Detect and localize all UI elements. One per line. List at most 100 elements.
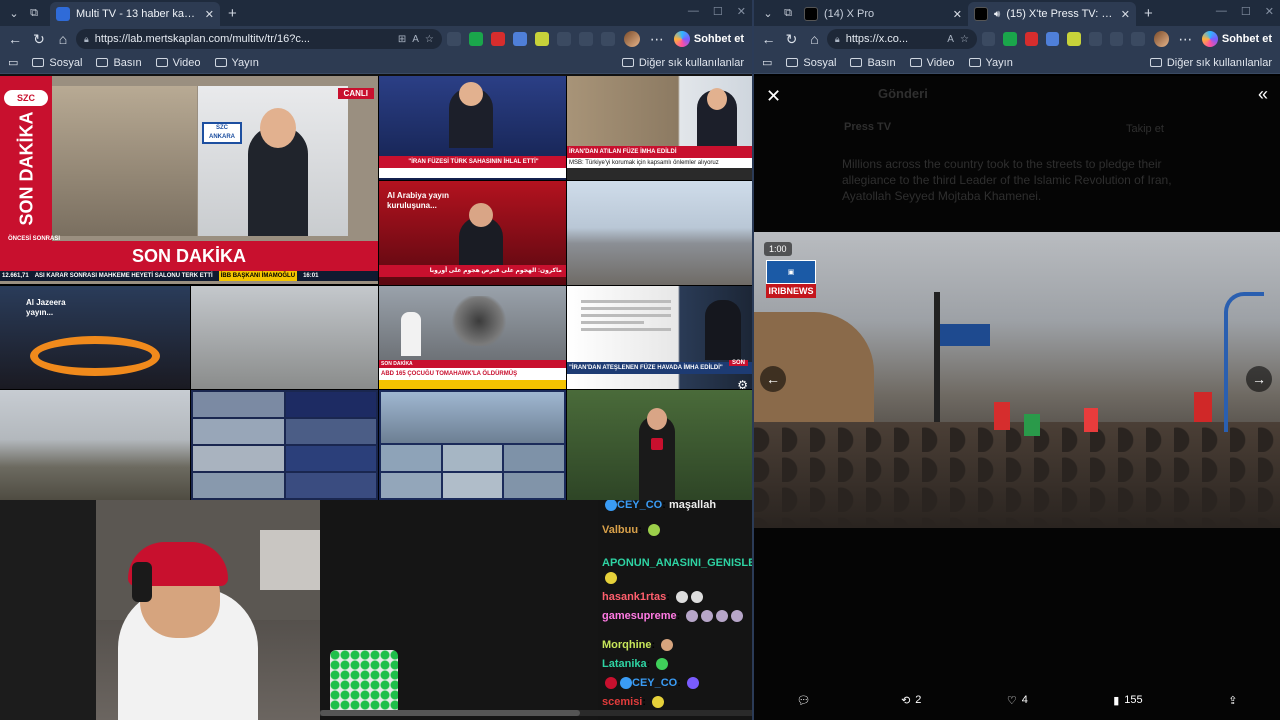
extension-red-icon[interactable]	[490, 32, 505, 46]
tab-press-tv-post[interactable]: 🔊︎ (15) X'te Press TV: "Millions ✕	[968, 2, 1136, 26]
back-icon[interactable]: ←	[4, 28, 26, 50]
bookmark-folder[interactable]: Yayın	[968, 57, 1013, 69]
extensions-puzzle-icon[interactable]	[1088, 32, 1102, 46]
minimize-icon[interactable]: —	[1216, 5, 1227, 18]
tv-cell-webcams[interactable]	[379, 390, 566, 500]
workspaces-icon[interactable]: ⧉	[778, 3, 798, 23]
copilot-button[interactable]: Sohbet et	[670, 31, 748, 47]
address-bar[interactable]: 🔒︎ https://x.co... A ☆	[826, 29, 977, 49]
szc-side-text: SON DAKİKA	[16, 111, 37, 226]
bookmark-folder[interactable]: Sosyal	[786, 57, 836, 69]
tv-cell-camera-mosaic[interactable]	[191, 390, 378, 500]
views-button[interactable]: ▮ 155	[1113, 694, 1142, 707]
maximize-icon[interactable]: ☐	[1241, 5, 1251, 18]
new-tab-icon[interactable]: +	[220, 5, 245, 22]
extension-yellow-icon[interactable]	[1067, 32, 1081, 46]
extension-yellow-icon[interactable]	[534, 32, 549, 46]
share-button[interactable]: ⇪	[1228, 694, 1237, 707]
favorite-star-icon[interactable]: ☆	[960, 34, 969, 45]
split-screen-icon[interactable]	[578, 32, 593, 46]
maximize-icon[interactable]: ☐	[713, 5, 723, 18]
chat-username: gamesupreme	[602, 610, 677, 622]
tv-cell-hill-city[interactable]	[0, 390, 190, 500]
tv-cell-szc[interactable]: SZC SON DAKİKA SZC ANKARA CANLI SON DAKİ…	[0, 76, 378, 284]
reading-list-icon[interactable]: ▭	[762, 56, 772, 69]
app-available-icon[interactable]: ⊞	[398, 34, 406, 45]
favorites-icon[interactable]	[600, 32, 615, 46]
tab-actions-icon[interactable]: ⌄	[758, 3, 778, 23]
follow-button[interactable]: Takip et	[1126, 121, 1164, 137]
other-favorites-folder[interactable]: Diğer sık kullanılanlar	[621, 57, 744, 69]
extension-red-icon[interactable]	[1024, 32, 1038, 46]
previous-media-icon[interactable]: ←	[760, 366, 786, 392]
new-tab-icon[interactable]: +	[1136, 5, 1161, 22]
bookmark-folder[interactable]: Basın	[850, 57, 896, 69]
minimize-icon[interactable]: —	[688, 5, 699, 18]
tv-cell-missile-intercept[interactable]: "İRAN'DAN ATEŞLENEN FÜZE HAVADA İMHA EDİ…	[567, 286, 752, 389]
refresh-icon[interactable]: ↻	[28, 28, 50, 50]
tv-cell-aljazeera[interactable]: Al Jazeera yayın...	[0, 286, 190, 389]
more-menu-icon[interactable]: ⋯	[646, 28, 668, 50]
like-button[interactable]: ♡ 4	[1007, 694, 1028, 707]
next-media-icon[interactable]: →	[1246, 366, 1272, 392]
collapse-panel-icon[interactable]: «	[1258, 84, 1268, 105]
bookmark-folder[interactable]: Video	[909, 57, 955, 69]
profile-avatar[interactable]	[1153, 31, 1169, 47]
home-icon[interactable]: ⌂	[52, 28, 74, 50]
close-window-icon[interactable]: ✕	[737, 5, 746, 18]
bookmark-folder[interactable]: Video	[155, 57, 201, 69]
extensions-puzzle-icon[interactable]	[556, 32, 571, 46]
extension-green-icon[interactable]	[1003, 32, 1017, 46]
extension-icon[interactable]	[981, 32, 996, 46]
settings-gear-icon[interactable]: ⚙	[737, 378, 748, 389]
close-window-icon[interactable]: ✕	[1265, 5, 1274, 18]
close-tab-icon[interactable]: ✕	[953, 8, 962, 21]
home-icon[interactable]: ⌂	[804, 28, 825, 50]
refresh-icon[interactable]: ↻	[781, 28, 802, 50]
reply-button[interactable]: 💬︎	[797, 694, 816, 707]
tab-actions-icon[interactable]: ⌄	[4, 3, 24, 23]
tv-cell-strike-footage[interactable]: SON DAKİKA ABD 165 ÇOCUĞU TOMAHAWK'LA ÖL…	[379, 286, 566, 389]
bookmark-folder[interactable]: Sosyal	[32, 57, 82, 69]
scrollbar-thumb[interactable]	[320, 710, 580, 716]
tv-subcaption: MSB: Türkiye'yi korumak için kapsamlı ön…	[567, 158, 752, 168]
other-favorites-folder[interactable]: Diğer sık kullanılanlar	[1149, 57, 1272, 69]
tab-x-pro[interactable]: (14) X Pro ✕	[798, 2, 968, 26]
copilot-button[interactable]: Sohbet et	[1198, 31, 1276, 47]
extension-green-icon[interactable]	[468, 32, 483, 46]
split-screen-icon[interactable]	[1109, 32, 1124, 46]
address-bar[interactable]: 🔒︎ https://lab.mertskaplan.com/multitv/t…	[76, 29, 442, 49]
tv-cell-field-reporter[interactable]	[567, 390, 752, 500]
favorites-icon[interactable]	[1131, 32, 1145, 46]
close-tab-icon[interactable]: ✕	[205, 8, 214, 21]
tab-multi-tv[interactable]: Multi TV - 13 haber kanalını aynı anda i…	[50, 2, 220, 26]
horizontal-scrollbar[interactable]	[320, 710, 752, 716]
repost-button[interactable]: ⟲ 2	[901, 694, 921, 707]
views-chart-icon: ▮	[1113, 694, 1120, 707]
close-icon[interactable]: ✕	[766, 86, 781, 107]
video-player[interactable]: 1:00 ▣ IRIBNEWS ← →	[754, 232, 1280, 528]
reading-list-icon[interactable]: ▭	[8, 56, 18, 69]
favorite-star-icon[interactable]: ☆	[425, 34, 434, 45]
tv-cell-foggy-city[interactable]	[191, 286, 378, 389]
tv-cell-city-skyline[interactable]	[567, 181, 752, 285]
translate-icon[interactable]	[512, 32, 527, 46]
profile-avatar[interactable]	[623, 31, 640, 47]
tv-cell-missile-news[interactable]: İRAN'DAN ATILAN FÜZE İMHA EDİLDİ MSB: Tü…	[567, 76, 752, 180]
extension-icon[interactable]	[446, 32, 461, 46]
back-icon[interactable]: ←	[758, 28, 779, 50]
close-tab-icon[interactable]: ✕	[1121, 8, 1130, 21]
bookmark-folder[interactable]: Basın	[96, 57, 142, 69]
reply-icon: 💬︎	[796, 694, 811, 707]
chat-username: CEY_CO	[632, 677, 678, 689]
read-aloud-icon[interactable]: A	[412, 34, 419, 45]
translate-icon[interactable]	[1045, 32, 1060, 46]
tv-cell-alarabiya[interactable]: Al Arabiya yayın kuruluşuna... ماكرون: ا…	[379, 181, 566, 285]
webcam-door	[260, 530, 320, 590]
workspaces-icon[interactable]: ⧉	[24, 3, 44, 23]
bookmark-folder[interactable]: Yayın	[214, 57, 259, 69]
read-aloud-icon[interactable]: A	[947, 34, 954, 45]
tv-cell-studio[interactable]: "İRAN FÜZESİ TÜRK SAHASININ İHLAL ETTİ"	[379, 76, 566, 180]
speaker-icon[interactable]: 🔊︎	[994, 9, 1000, 20]
more-menu-icon[interactable]: ⋯	[1175, 28, 1196, 50]
